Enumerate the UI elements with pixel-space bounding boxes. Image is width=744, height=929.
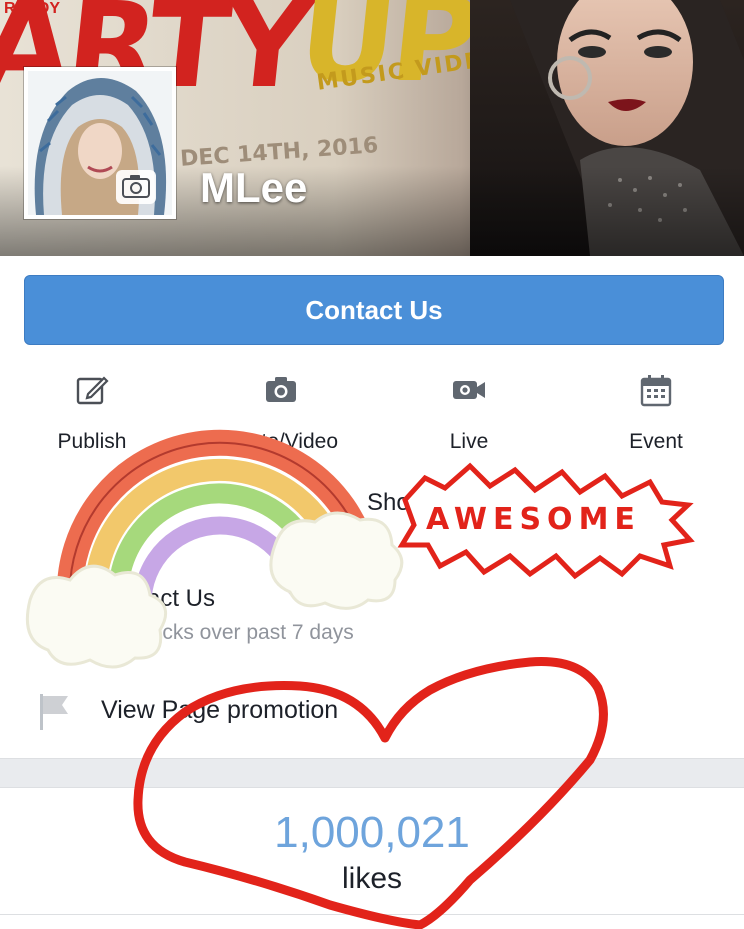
flag-icon [40, 694, 68, 730]
camera-icon [122, 175, 150, 198]
cloud-sticker-left [25, 564, 168, 669]
contact-row-subtitle-fragment: licks over past 7 days [153, 621, 354, 644]
cloud-sticker-right [269, 511, 404, 610]
view-page-promotion-label: View Page promotion [101, 696, 339, 724]
page-title: MLee [200, 164, 308, 211]
photo-video-action[interactable]: Photo/Video [201, 372, 361, 454]
publish-action[interactable]: Publish [12, 372, 172, 454]
contact-row-title-fragment[interactable]: act Us [147, 585, 215, 613]
shop-row-fragment[interactable]: Sho [367, 489, 410, 517]
event-action[interactable]: Event [576, 372, 736, 454]
camera-icon [266, 377, 296, 402]
live-action[interactable]: Live [389, 372, 549, 454]
pencil-square-icon [76, 376, 109, 405]
calendar-icon [640, 375, 672, 407]
photo-video-label: Photo/Video [223, 430, 339, 453]
section-divider [0, 758, 744, 788]
event-label: Event [629, 430, 683, 453]
contact-us-button[interactable]: Contact Us [24, 275, 724, 345]
likes-label: likes [341, 862, 402, 895]
rainbow-sticker [56, 429, 378, 627]
bottom-divider [0, 914, 744, 915]
awesome-sticker: AWESOME [397, 462, 695, 580]
live-label: Live [449, 430, 489, 453]
likes-count[interactable]: 1,000,021 [0, 808, 744, 858]
change-profile-photo-button[interactable] [116, 170, 156, 204]
video-camera-icon [453, 381, 485, 399]
publish-label: Publish [57, 430, 127, 453]
awesome-text: AWESOME [426, 502, 641, 537]
view-page-promotion-row[interactable]: View Page promotion [0, 684, 744, 740]
